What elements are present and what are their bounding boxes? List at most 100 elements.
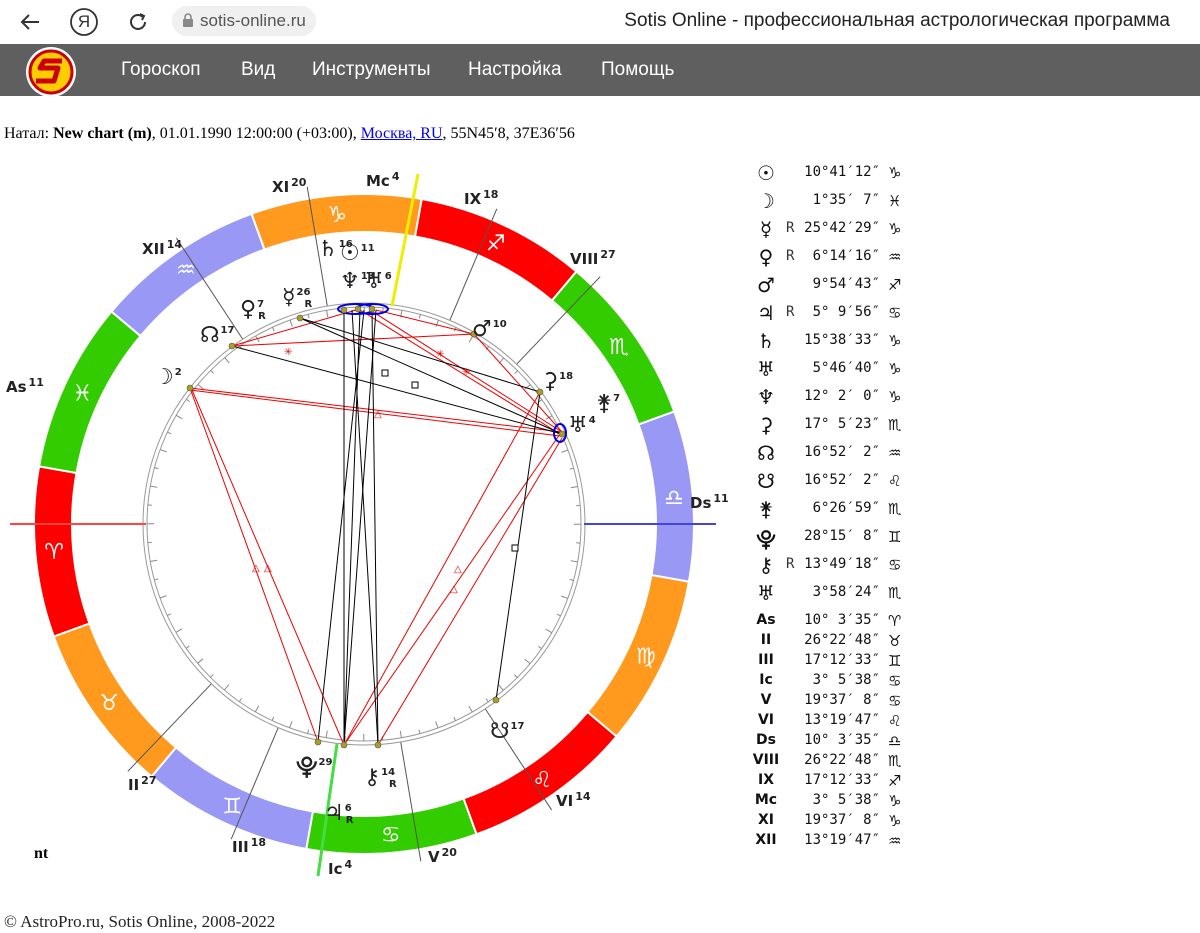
planet-position: 25°42′29″	[804, 220, 880, 236]
planet-position: 6°14′16″	[812, 248, 880, 264]
zodiac-sign-icon: ♌	[888, 712, 902, 730]
planet-glyph-icon: ⯓29	[296, 755, 332, 780]
zodiac-sign-icon: ♒	[888, 248, 902, 266]
nt-label: nt	[34, 845, 49, 862]
planet-symbol-icon: ☽	[757, 189, 775, 213]
degree-tick	[326, 310, 329, 318]
retrograde-flag: R	[786, 304, 795, 320]
degree-tick	[238, 698, 243, 702]
planet-row: ⚳ 17° 5′23″ ♏	[752, 413, 952, 440]
zodiac-sign-icon: ♑	[327, 203, 347, 228]
menu-settings[interactable]: Настройка	[468, 59, 562, 81]
aspect-marker: ✳	[462, 367, 470, 378]
zodiac-sign-icon: ♋	[381, 823, 401, 848]
house-label: III 18	[232, 836, 266, 856]
degree-tick	[418, 729, 421, 734]
planet-glyph-icon: ⚳18	[542, 369, 573, 394]
retrograde-flag: R	[786, 556, 795, 572]
aspect-marker: △	[454, 564, 462, 575]
menu-tools[interactable]: Инструменты	[312, 59, 430, 81]
planet-position: 10°41′12″	[804, 164, 880, 180]
degree-tick	[561, 595, 569, 599]
address-bar[interactable]: sotis-online.ru	[172, 6, 316, 36]
degree-tick	[570, 486, 578, 489]
planet-dot	[558, 430, 566, 438]
planet-position: 10° 3′35″	[804, 612, 880, 628]
zodiac-sign-icon: ♋	[888, 556, 902, 574]
planet-position: 5° 9′56″	[812, 304, 880, 320]
lock-icon	[182, 12, 194, 30]
yandex-button[interactable]: Я	[68, 6, 100, 38]
browser-toolbar: Я sotis-online.ru Sotis Online - професс…	[0, 0, 1200, 44]
planet-position: 15°38′33″	[804, 332, 880, 348]
house-label: Mc 4	[366, 170, 400, 190]
planet-dot	[492, 696, 500, 704]
planet-row: ♀ R 6°14′16″ ♒	[752, 245, 952, 272]
aspect-marker	[511, 544, 519, 552]
planet-symbol-icon: XII	[755, 832, 777, 848]
zodiac-sign-icon: ♉	[99, 691, 119, 716]
zodiac-sign-icon: ♑	[888, 812, 902, 830]
mc-axis-line	[390, 173, 420, 307]
planet-position: 17° 5′23″	[804, 416, 880, 432]
degree-tick	[307, 729, 310, 734]
zodiac-sign-icon: ♑	[888, 164, 902, 182]
zodiac-sign-icon: ♎	[888, 732, 902, 750]
degree-tick	[514, 674, 518, 678]
planet-position: 16°52′ 2″	[804, 444, 880, 460]
reload-icon[interactable]	[122, 6, 154, 38]
zodiac-sign-icon: ♐	[888, 276, 902, 294]
zodiac-sign-icon: ♌	[532, 768, 552, 793]
zodiac-sign-icon: ♋	[888, 304, 902, 322]
degree-tick	[185, 645, 190, 649]
degree-tick	[167, 431, 172, 435]
planet-row: ☋ 16°52′ 2″ ♌	[752, 469, 952, 496]
degree-tick	[561, 449, 569, 453]
degree-tick	[289, 721, 293, 729]
window-title: Sotis Online - профессиональная астролог…	[624, 10, 1170, 31]
menu-view[interactable]: Вид	[241, 59, 275, 81]
planet-position: 17°12′33″	[804, 652, 880, 668]
menu-horoscope[interactable]: Гороскоп	[121, 59, 201, 81]
planet-position: 3°58′24″	[812, 584, 880, 600]
degree-tick	[289, 319, 293, 327]
yandex-icon: Я	[77, 12, 91, 31]
place-link[interactable]: Москва, RU	[361, 125, 443, 142]
zodiac-sign-icon: ♈	[888, 612, 902, 630]
planet-position: 26°22′48″	[804, 632, 880, 648]
planet-row: ⚷ R 13°49′18″ ♋	[752, 553, 952, 580]
back-arrow-icon[interactable]	[14, 6, 46, 38]
planet-position: 5°46′40″	[812, 360, 880, 376]
planet-symbol-icon: ☊	[757, 441, 775, 465]
zodiac-sign-icon: ♐	[486, 231, 506, 256]
planet-position: 16°52′ 2″	[804, 472, 880, 488]
house-label: As 11	[6, 376, 44, 396]
degree-tick	[197, 658, 204, 664]
sotis-logo-icon[interactable]	[20, 46, 82, 98]
house-label: V 20	[428, 846, 457, 866]
zodiac-sign-icon: ♍	[636, 645, 656, 670]
aspect-line	[343, 309, 361, 746]
aspect-line	[371, 309, 379, 746]
zodiac-sign-icon: ♓	[888, 192, 902, 210]
planet-dot	[368, 305, 376, 313]
planet-symbol-icon: ⚵	[758, 497, 774, 521]
menu-help[interactable]: Помощь	[601, 59, 674, 81]
degree-tick	[159, 595, 167, 599]
zodiac-sign-icon: ♈	[44, 540, 64, 565]
aspect-line	[231, 345, 563, 435]
zodiac-sign-icon: ♒	[176, 258, 196, 283]
planet-dot	[296, 314, 304, 322]
planet-row: ♂ 9°54′43″ ♐	[752, 273, 952, 300]
degree-tick	[210, 370, 214, 374]
degree-tick	[556, 613, 561, 617]
zodiac-sign-icon: ♑	[888, 792, 902, 810]
planet-position: 26°22′48″	[804, 752, 880, 768]
aspect-marker: ✳	[284, 347, 292, 358]
planet-position: 3° 5′38″	[812, 672, 880, 688]
planet-row: ⯓ 28°15′ 8″ ♊	[752, 527, 952, 552]
zodiac-sign-icon: ♒	[888, 444, 902, 462]
planet-row: ⚵ 6°26′59″ ♏	[752, 497, 952, 524]
aspect-marker: △	[374, 409, 382, 420]
planet-position: 19°37′ 8″	[804, 812, 880, 828]
